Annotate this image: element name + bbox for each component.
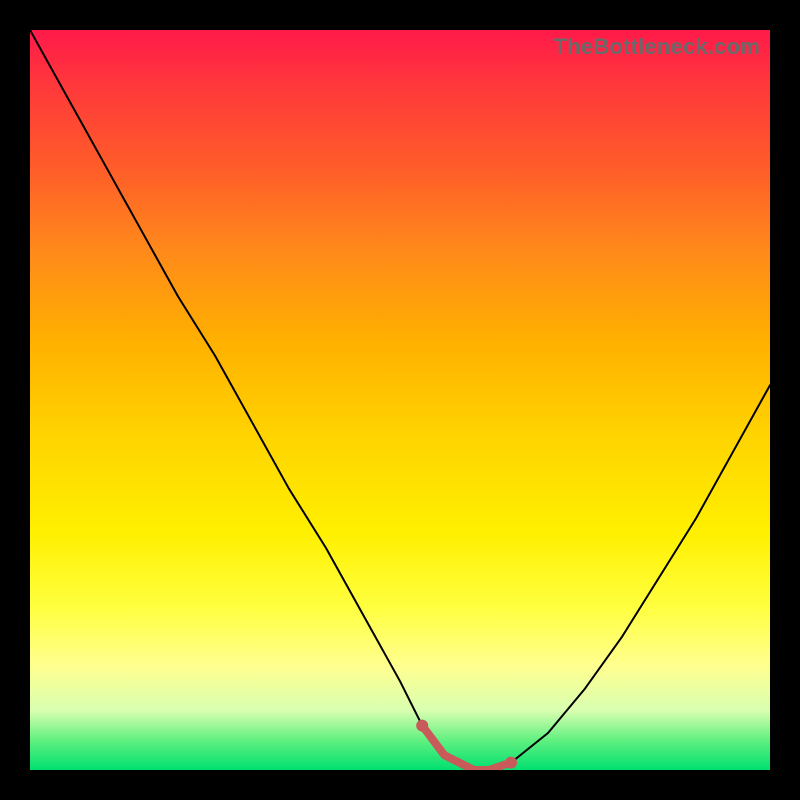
chart-frame: TheBottleneck.com: [0, 0, 800, 800]
plot-area: TheBottleneck.com: [30, 30, 770, 770]
trough-highlight: [422, 726, 511, 770]
trough-dot-right: [505, 757, 517, 769]
curve-svg: [30, 30, 770, 770]
bottleneck-curve: [30, 30, 770, 770]
trough-dot-left: [416, 720, 428, 732]
